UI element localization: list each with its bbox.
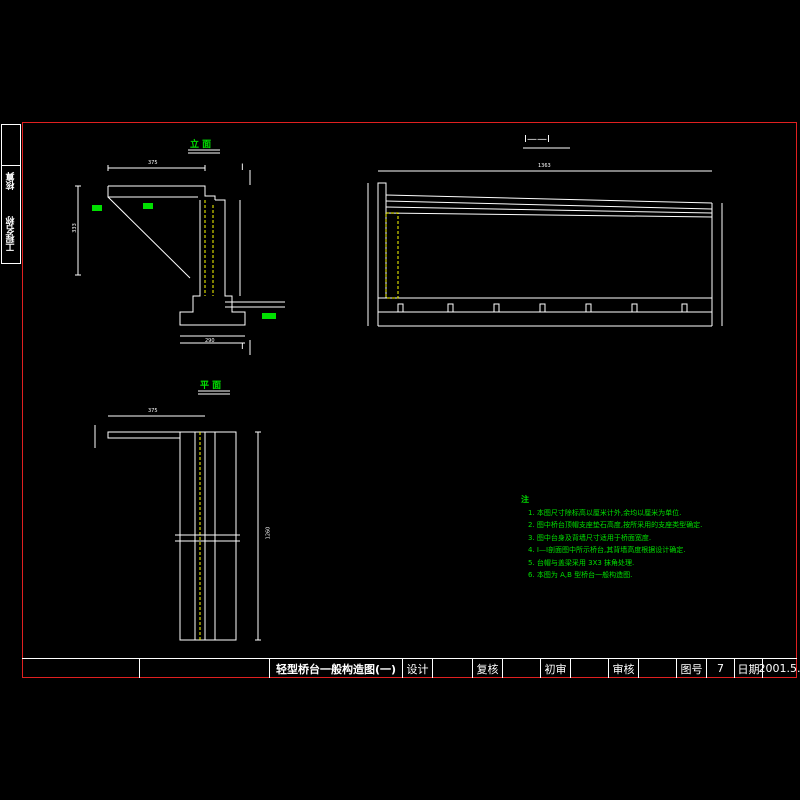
preliminary-label: 初审 [540, 659, 570, 678]
note-item: 1. 本图尺寸除标高以厘米计外,余均以厘米为单位. [528, 508, 682, 517]
note-item: 3. 图中台身及背墙尺寸适用于桥面宽度. [528, 533, 652, 542]
drawing-canvas [75, 147, 723, 641]
section-mark-bottom: I [241, 342, 244, 352]
date-value: 2001.5. [759, 659, 800, 678]
design-value [432, 659, 472, 678]
drawing-title: 轻型桥台一般构造图(一) [269, 659, 402, 678]
review-label: 复核 [472, 659, 502, 678]
preliminary-value [570, 659, 608, 678]
elevation-view [75, 165, 285, 355]
audit-value [638, 659, 676, 678]
plan-title: 平 面 [200, 381, 222, 391]
dim-elev-height: 333 [71, 223, 78, 233]
elevation-title: 立 面 [190, 140, 212, 150]
note-item: 2. 图中桥台顶帽支座垫石高度,按所采用的支座类型确定. [528, 521, 703, 529]
notes-heading: 注 [521, 495, 529, 504]
dim-elev-top: 375 [148, 160, 158, 166]
dim-section-length: 1363 [538, 163, 551, 169]
dim-elev-base: 290 [205, 338, 215, 344]
review-value [502, 659, 540, 678]
section-mark-top: I [241, 163, 244, 173]
dim-plan-top: 375 [148, 408, 158, 414]
sheet-no-value: 7 [706, 659, 734, 678]
note-item: 6. 本图为 A,B 型桥台一般构造图. [528, 571, 633, 579]
title-block: 轻型桥台一般构造图(一) 设计 复核 初审 审核 图号 7 日期 2001.5. [22, 658, 800, 678]
section-view [367, 170, 723, 327]
dim-plan-length: 1260 [265, 526, 272, 540]
note-item: 4. I—I剖面图中所示桥台,其背墙高度根据设计确定. [528, 546, 686, 554]
note-item: 5. 台帽与盖梁采用 3X3 抹角处理. [528, 558, 635, 567]
notes-block: 注 1. 本图尺寸除标高以厘米计外,余均以厘米为单位. 2. 图中桥台顶帽支座垫… [521, 494, 702, 582]
drawing-sheet: { "side_tab": { "top_label": "核算", "bott… [0, 0, 800, 800]
design-label: 设计 [402, 659, 432, 678]
section-title: I——I [524, 134, 550, 145]
plan-view [94, 415, 261, 641]
audit-label: 审核 [608, 659, 638, 678]
sheet-no-label: 图号 [676, 659, 706, 678]
